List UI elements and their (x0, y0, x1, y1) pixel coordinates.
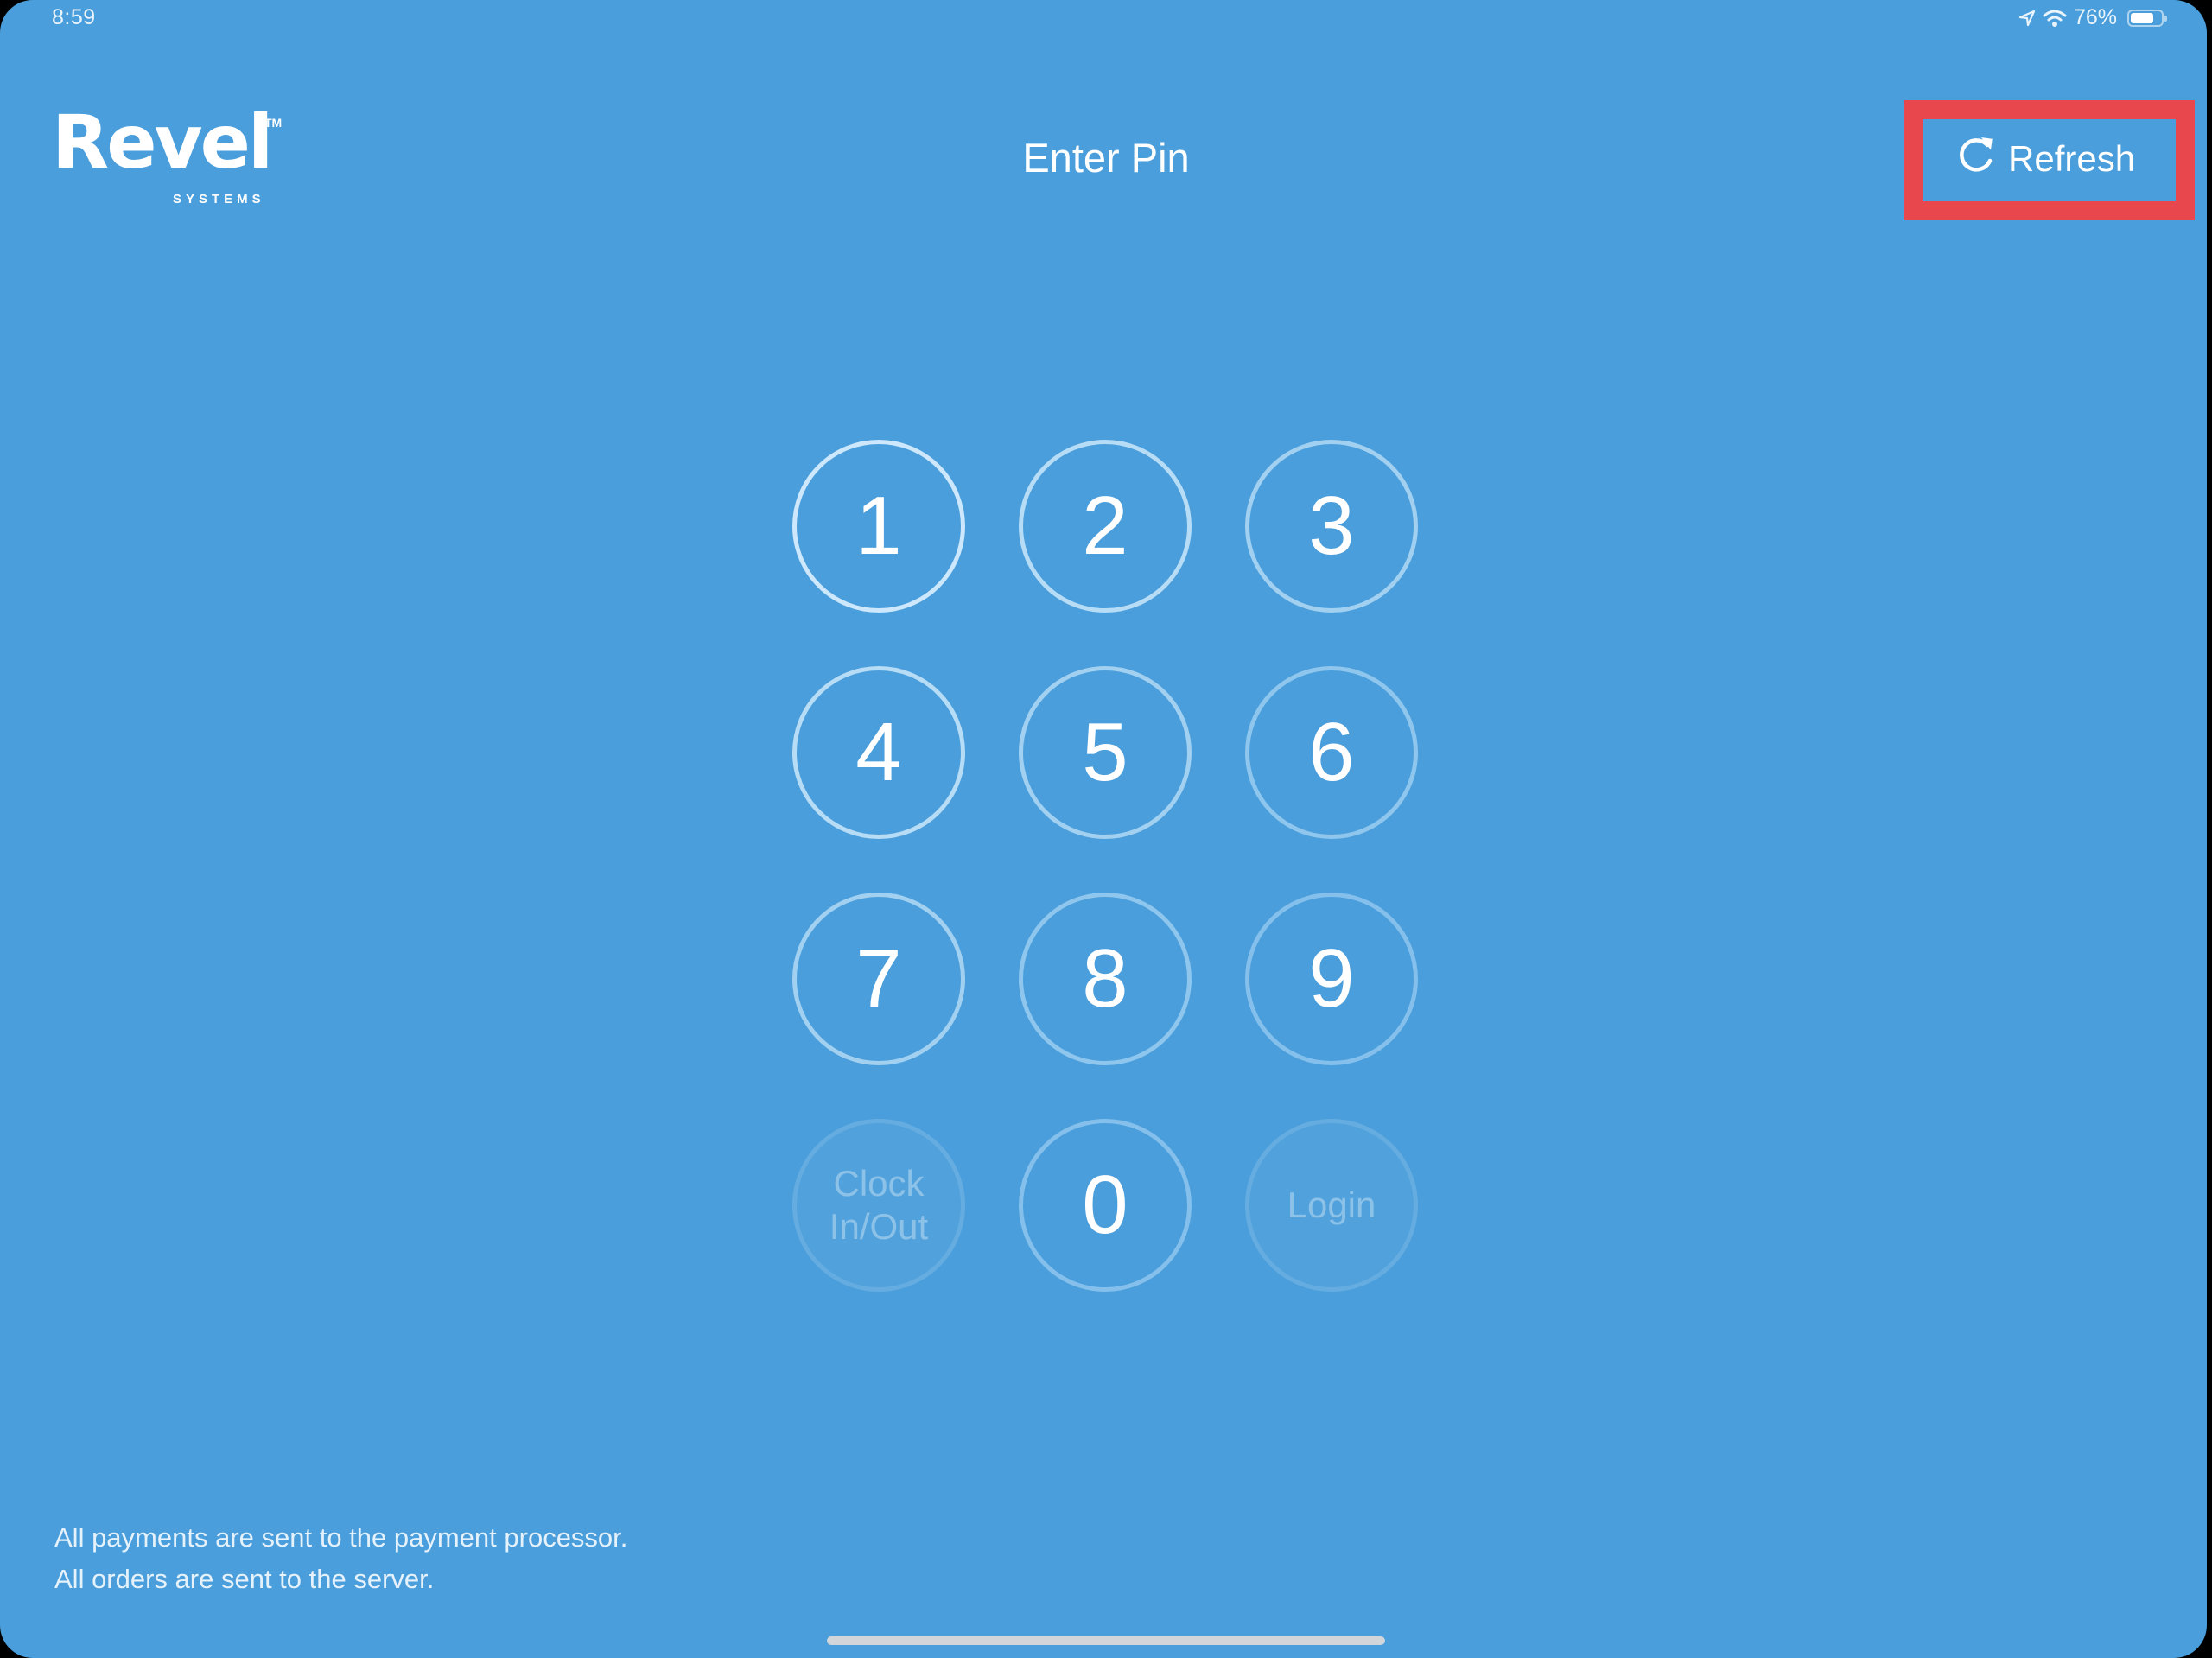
wifi-icon (2043, 9, 2067, 28)
battery-percent: 76% (2073, 5, 2117, 29)
page-title: Enter Pin (1022, 135, 1190, 181)
footer-notice: All payments are sent to the payment pro… (54, 1517, 627, 1600)
key-6[interactable]: 6 (1245, 666, 1418, 839)
key-3[interactable]: 3 (1245, 440, 1418, 613)
status-bar-right: 76% (2018, 5, 2167, 30)
key-0[interactable]: 0 (1019, 1119, 1192, 1292)
location-arrow-icon (2018, 10, 2036, 27)
battery-level (2131, 12, 2153, 23)
key-9[interactable]: 9 (1245, 893, 1418, 1065)
key-5[interactable]: 5 (1019, 666, 1192, 839)
pin-login-screen: 8:59 76% Revel TM SYSTEMS Enter Pin Refr… (0, 0, 2207, 1658)
refresh-label: Refresh (2008, 138, 2136, 179)
clock-in-out-button[interactable]: Clock In/Out (792, 1119, 965, 1292)
key-1[interactable]: 1 (792, 440, 965, 613)
logo-subtitle: SYSTEMS (173, 192, 265, 206)
key-4[interactable]: 4 (792, 666, 965, 839)
key-2[interactable]: 2 (1019, 440, 1192, 613)
logo-trademark: TM (264, 116, 283, 130)
footer-line-payments: All payments are sent to the payment pro… (54, 1522, 628, 1553)
footer-line-orders: All orders are sent to the server. (54, 1564, 435, 1594)
clock-in-out-label-line2: In/Out (829, 1206, 929, 1247)
battery-icon (2127, 9, 2167, 27)
refresh-button[interactable]: Refresh (1955, 133, 2135, 185)
key-7[interactable]: 7 (792, 893, 965, 1065)
login-button[interactable]: Login (1245, 1119, 1418, 1292)
refresh-icon (1955, 133, 1998, 185)
home-indicator[interactable] (827, 1636, 1385, 1645)
clock-in-out-label-line1: Clock (833, 1162, 925, 1204)
status-time: 8:59 (52, 5, 96, 29)
key-8[interactable]: 8 (1019, 893, 1192, 1065)
